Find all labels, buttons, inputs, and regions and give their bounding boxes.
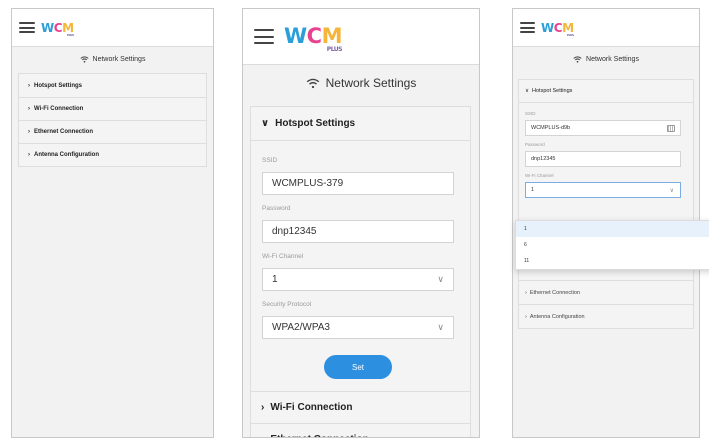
wifi-channel-select[interactable]: 1 ∨ [525, 182, 681, 198]
chevron-right-icon: › [525, 289, 527, 296]
page-title-text: Network Settings [325, 76, 417, 90]
accordion-hotspot-settings[interactable]: ∨ Hotspot Settings [251, 107, 470, 140]
accordion-antenna-configuration[interactable]: › Antenna Configuration [519, 304, 693, 328]
wifi-icon [79, 55, 89, 63]
accordion-ethernet-connection[interactable]: › Ethernet Connection [19, 120, 206, 143]
menu-icon[interactable] [254, 29, 274, 44]
wifi-channel-label: Wi-Fi Channel [262, 253, 304, 260]
accordion-ethernet-connection[interactable]: › Ethernet Connection [519, 280, 693, 304]
accordion-hotspot-settings[interactable]: ∨ Hotspot Settings [519, 80, 693, 102]
page-title: Network Settings [243, 65, 479, 101]
dropdown-option[interactable]: 6 [516, 237, 709, 253]
chevron-right-icon: › [525, 313, 527, 320]
chevron-right-icon: › [261, 402, 265, 413]
accordion-wifi-connection[interactable]: › Wi-Fi Connection [251, 391, 470, 423]
accordion-hotspot-settings[interactable]: › Hotspot Settings [19, 74, 206, 97]
chevron-down-icon: ∨ [437, 322, 444, 332]
wifi-icon [306, 78, 320, 89]
chevron-right-icon: › [28, 82, 30, 89]
wifi-channel-dropdown: 1 6 11 [515, 220, 709, 270]
accordion-antenna-configuration[interactable]: › Antenna Configuration [19, 143, 206, 166]
wifi-channel-select[interactable]: 1 ∨ [262, 268, 454, 291]
dropdown-option[interactable]: 1 [516, 221, 709, 237]
menu-icon[interactable] [520, 22, 535, 33]
password-input[interactable]: dnp12345 [262, 220, 454, 243]
settings-accordion: ∨ Hotspot Settings SSID WCMPLUS-379 Pass… [250, 106, 471, 437]
set-button[interactable]: Set [324, 355, 392, 379]
app-logo: WCM PLUS [41, 20, 74, 37]
security-protocol-label: Security Protocol [262, 301, 312, 308]
page-title: Network Settings [513, 47, 699, 71]
chevron-right-icon: › [28, 152, 30, 158]
keyboard-icon[interactable] [667, 124, 675, 132]
settings-accordion: › Hotspot Settings › Wi-Fi Connection › … [18, 73, 207, 167]
phone-screen-collapsed: WCM PLUS Network Settings › Hotspot Setti… [11, 8, 214, 438]
wifi-channel-label: Wi-Fi Channel [525, 173, 554, 178]
top-bar: WCM PLUS [243, 9, 479, 65]
top-bar: WCM PLUS [513, 9, 699, 47]
chevron-right-icon: › [261, 434, 264, 437]
page-title-text: Network Settings [92, 55, 146, 63]
page-title-text: Network Settings [586, 55, 639, 63]
chevron-down-icon: ∨ [437, 274, 444, 284]
ssid-label: SSID [525, 111, 536, 116]
phone-screen-hotspot-expanded: WCM PLUS Network Settings ∨ Hotspot Setti… [242, 8, 480, 438]
hotspot-settings-form: SSID WCMPLUS-379 Password dnp12345 Wi-Fi… [251, 140, 470, 391]
wifi-icon [573, 55, 582, 63]
phone-screen-channel-dropdown: WCM PLUS Network Settings ∨ Hotspot Setti… [512, 8, 709, 438]
ssid-input[interactable]: WCMPLUS-d9b [525, 120, 681, 136]
password-label: Password [525, 142, 545, 147]
page-title: Network Settings [12, 47, 213, 71]
password-input[interactable]: dnp12345 [525, 151, 681, 167]
chevron-down-icon: ∨ [669, 187, 674, 194]
ssid-input[interactable]: WCMPLUS-379 [262, 172, 454, 195]
security-protocol-select[interactable]: WPA2/WPA3 ∨ [262, 316, 454, 339]
app-logo: WCM PLUS [284, 24, 343, 53]
chevron-down-icon: ∨ [261, 118, 270, 129]
settings-accordion: ∨ Hotspot Settings SSID WCMPLUS-d9b Pass… [518, 79, 694, 329]
top-bar: WCM PLUS [12, 9, 213, 47]
chevron-down-icon: ∨ [525, 88, 530, 94]
accordion-wifi-connection[interactable]: › Wi-Fi Connection [19, 97, 206, 120]
password-label: Password [262, 205, 291, 212]
chevron-right-icon: › [28, 129, 30, 135]
ssid-label: SSID [262, 157, 278, 164]
app-logo: WCM PLUS [541, 20, 574, 37]
accordion-ethernet-connection[interactable]: › Ethernet Connection [251, 423, 470, 437]
dropdown-option[interactable]: 11 [516, 253, 709, 269]
chevron-right-icon: › [28, 106, 30, 112]
menu-icon[interactable] [19, 22, 35, 33]
